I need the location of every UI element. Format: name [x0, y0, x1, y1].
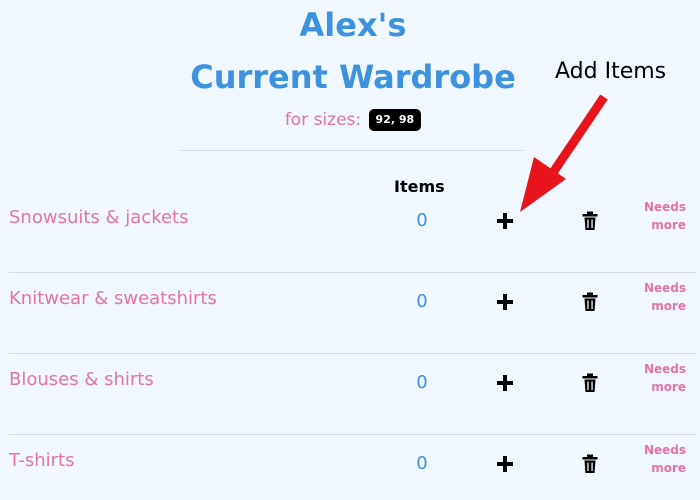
- wardrobe-page: Alex's Current Wardrobe for sizes: 92, 9…: [0, 0, 700, 500]
- trash-icon[interactable]: [580, 291, 600, 313]
- sizes-label: for sizes:: [284, 110, 362, 130]
- item-count: 0: [416, 453, 428, 474]
- category-row-tshirts: T-shirts 0 Needs more: [0, 435, 700, 500]
- status-line: more: [651, 380, 686, 394]
- plus-icon[interactable]: [493, 290, 517, 314]
- trash-icon[interactable]: [580, 372, 600, 394]
- status-badge: Needs more: [644, 360, 686, 396]
- plus-icon[interactable]: [493, 209, 517, 233]
- category-name[interactable]: T-shirts: [9, 449, 74, 473]
- status-line: Needs: [643, 362, 686, 376]
- header-divider: [180, 150, 524, 151]
- annotation-label: Add Items: [555, 59, 667, 84]
- item-count: 0: [416, 372, 428, 393]
- status-line: Needs: [643, 281, 686, 295]
- status-line: more: [651, 299, 686, 313]
- status-line: Needs: [643, 443, 686, 457]
- trash-icon[interactable]: [580, 210, 600, 232]
- status-badge: Needs more: [644, 441, 686, 477]
- status-line: more: [651, 461, 686, 475]
- category-row-snowsuits: Snowsuits & jackets 0 Needs more: [0, 192, 700, 273]
- item-count: 0: [416, 291, 428, 312]
- category-name[interactable]: Knitwear & sweatshirts: [9, 287, 217, 311]
- category-name[interactable]: Snowsuits & jackets: [9, 206, 189, 230]
- category-row-blouses: Blouses & shirts 0 Needs more: [0, 354, 700, 435]
- item-count: 0: [416, 210, 428, 231]
- category-name[interactable]: Blouses & shirts: [9, 368, 154, 392]
- status-badge: Needs more: [644, 198, 686, 234]
- plus-icon[interactable]: [493, 371, 517, 395]
- status-badge: Needs more: [644, 279, 686, 315]
- sizes-badge: 92, 98: [368, 109, 422, 131]
- status-line: Needs: [643, 200, 686, 214]
- status-line: more: [651, 218, 686, 232]
- plus-icon[interactable]: [493, 452, 517, 476]
- page-title-owner: Alex's: [299, 6, 407, 44]
- category-row-knitwear: Knitwear & sweatshirts 0 Needs more: [0, 273, 700, 354]
- trash-icon[interactable]: [580, 453, 600, 475]
